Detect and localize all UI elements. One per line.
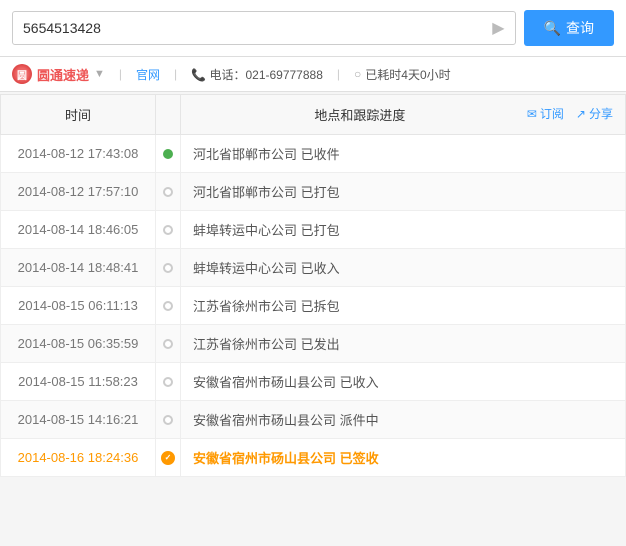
phone-icon: 📞 [191,68,206,82]
status-dot [163,339,173,349]
tracking-row-time: 2014-08-12 17:43:08 [1,135,156,173]
tracking-row-time: 2014-08-15 11:58:23 [1,363,156,401]
time-label: 已耗时4天0小时 [365,66,450,83]
share-label: 分享 [589,105,613,122]
status-dot [163,225,173,235]
tracking-row-time: 2014-08-14 18:46:05 [1,211,156,249]
status-dot [163,301,173,311]
tracking-row-time: 2014-08-16 18:24:36 [1,439,156,477]
search-input-wrap: 5654513428 ▶ [12,11,516,45]
tracking-row-location: 蚌埠转运中心公司 已打包 [181,211,626,249]
courier-name-label: 圆通速递 [37,65,89,84]
official-site-link[interactable]: 官网 [136,66,160,83]
share-btn[interactable]: ↗ 分享 [576,105,613,122]
email-icon: ✉ [527,107,537,121]
info-divider-3: | [337,67,340,81]
status-dot [163,263,173,273]
tracking-row-location: 蚌埠转运中心公司 已收入 [181,249,626,287]
phone-label: 电话：021-69777888 [209,68,322,82]
tracking-row-time: 2014-08-15 06:35:59 [1,325,156,363]
search-bar: 5654513428 ▶ 🔍 查询 [0,0,626,57]
tracking-row-time: 2014-08-12 17:57:10 [1,173,156,211]
tracking-row-dot [156,363,181,401]
search-button-label: 查询 [566,18,594,38]
status-dot [163,377,173,387]
tracking-row-time: 2014-08-15 14:16:21 [1,401,156,439]
subscribe-label: 订阅 [540,105,564,122]
time-info: ○ 已耗时4天0小时 [354,66,451,83]
official-site-label: 官网 [136,68,160,82]
status-dot [163,149,173,159]
tracking-row-location: 河北省邯郸市公司 已打包 [181,173,626,211]
tracking-row-dot [156,135,181,173]
location-icon[interactable]: ▶ [492,18,504,38]
clock-icon: ○ [354,67,361,81]
tracking-row-location: 安徽省宿州市砀山县公司 已收入 [181,363,626,401]
col-time-header: 时间 [1,95,156,135]
tracking-row-dot: ✓ [156,439,181,477]
col-dot-header [156,95,181,135]
info-divider-2: | [174,67,177,81]
tracking-row-location: 安徽省宿州市砀山县公司 派件中 [181,401,626,439]
search-button[interactable]: 🔍 查询 [524,10,614,46]
subscribe-btn[interactable]: ✉ 订阅 [527,105,564,122]
tracking-row-dot [156,211,181,249]
tracking-row-location: 江苏省徐州市公司 已拆包 [181,287,626,325]
tracking-row-location: 河北省邯郸市公司 已收件 [181,135,626,173]
share-icon: ↗ [576,107,586,121]
info-bar: 圆 圆通速递 ▼ | 官网 | 📞 电话：021-69777888 | ○ 已耗… [0,57,626,92]
col-location-header: 地点和跟踪进度 ✉ 订阅 ↗ 分享 [181,95,626,135]
info-divider-1: | [119,67,122,81]
tracking-row-time: 2014-08-15 06:11:13 [1,287,156,325]
col-time-label: 时间 [65,108,91,123]
phone-info: 📞 电话：021-69777888 [191,66,323,83]
status-dot [163,187,173,197]
tracking-row-location: 安徽省宿州市砀山县公司 已签收 [181,439,626,477]
tracking-row-time: 2014-08-14 18:48:41 [1,249,156,287]
courier-dropdown-icon[interactable]: ▼ [94,68,105,80]
col-location-label: 地点和跟踪进度 [314,108,405,123]
status-dot [163,415,173,425]
tracking-row-dot [156,249,181,287]
status-dot: ✓ [161,451,175,465]
tracking-table: 时间 地点和跟踪进度 ✉ 订阅 ↗ 分享 2014-08-12 17:43:08… [0,94,626,477]
tracking-row-dot [156,325,181,363]
courier-badge-icon: 圆 [12,64,32,84]
tracking-row-location: 江苏省徐州市公司 已发出 [181,325,626,363]
search-icon: 🔍 [544,20,561,37]
tracking-number-input[interactable]: 5654513428 [23,20,492,36]
tracking-row-dot [156,173,181,211]
tracking-row-dot [156,287,181,325]
tracking-row-dot [156,401,181,439]
courier-logo: 圆 圆通速递 ▼ [12,64,105,84]
